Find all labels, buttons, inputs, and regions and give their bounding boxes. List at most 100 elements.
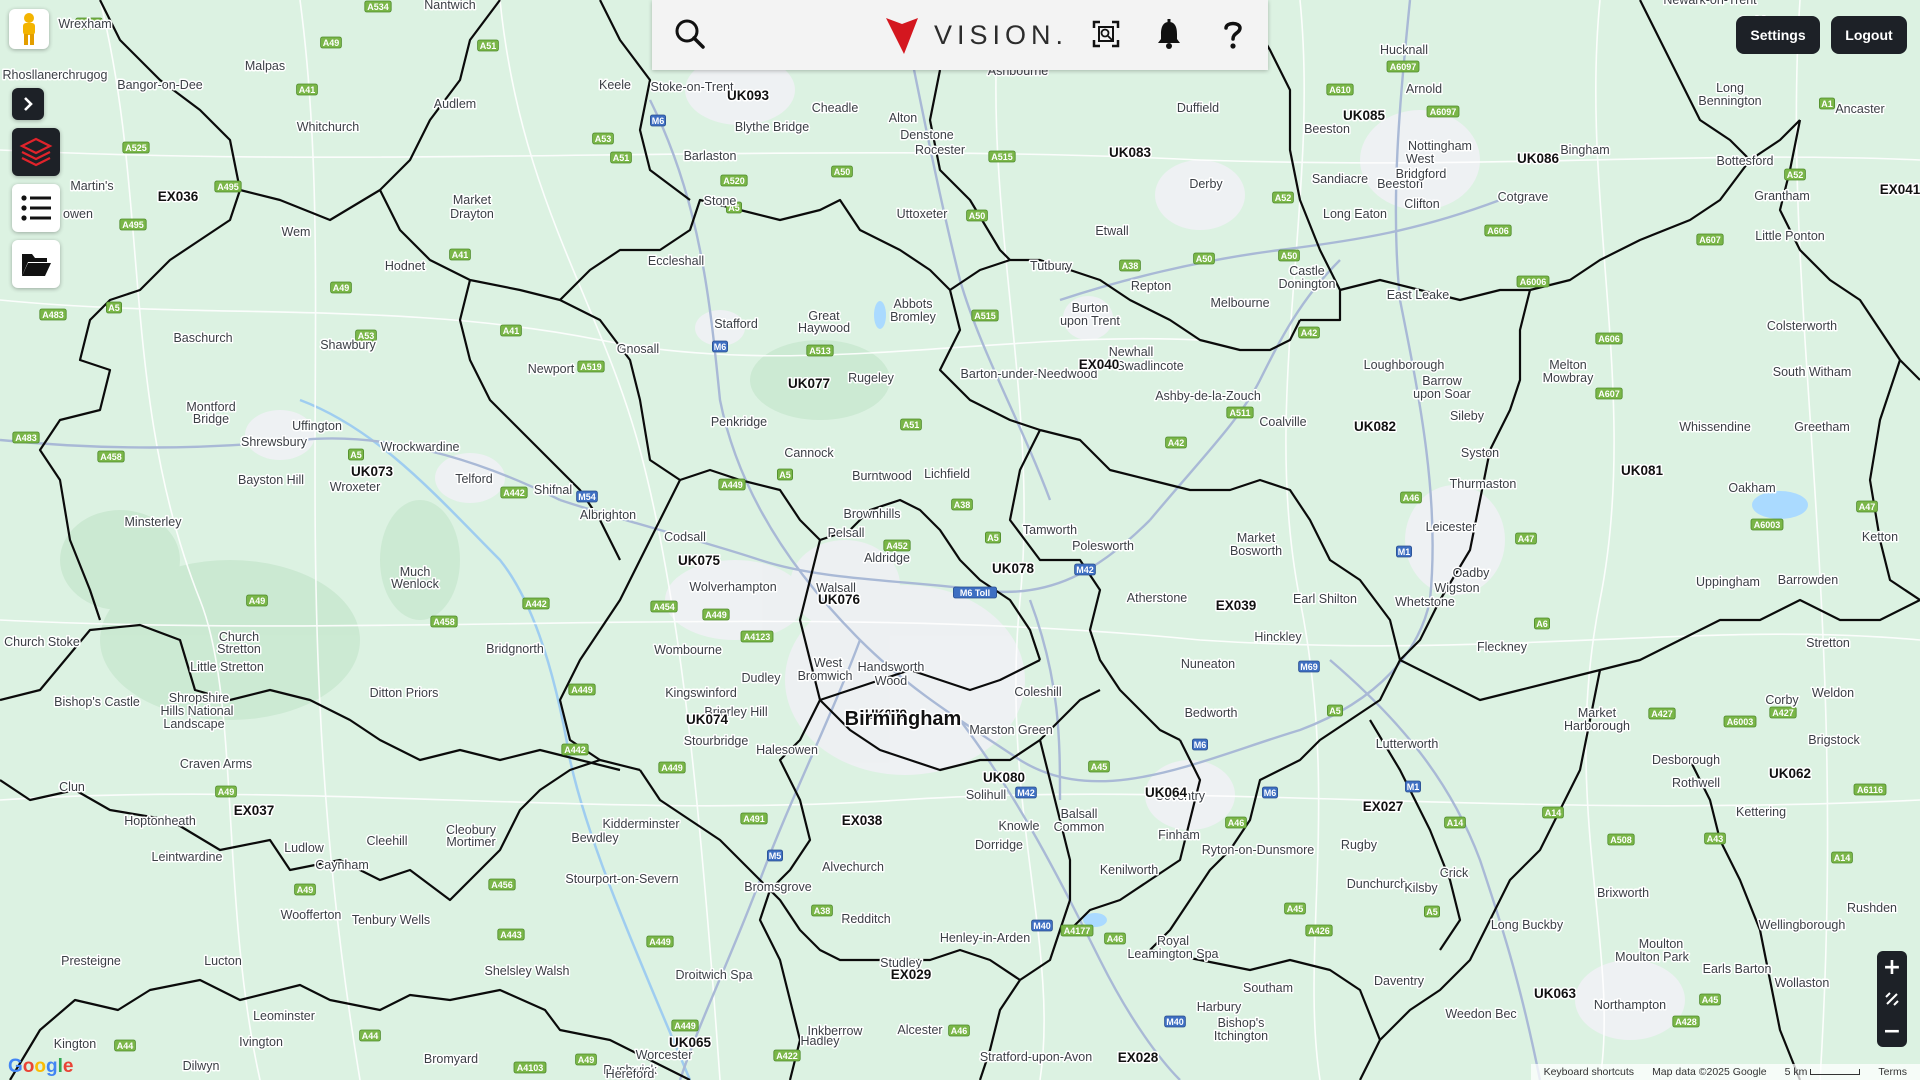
region-code-label[interactable]: UK086 [1515,150,1561,168]
place-label: Cleehill [367,834,408,848]
region-code-label[interactable]: EX036 [156,188,200,206]
road-number: A5 [779,470,791,480]
place-label: Earl Shilton [1293,592,1357,606]
region-code-label[interactable]: UK082 [1352,418,1397,436]
road-number: M54 [578,492,596,502]
road-badge: A606 [1484,224,1512,237]
place-label: Caynham [315,858,369,872]
pegman-icon[interactable] [9,9,49,49]
measure-tool-icon[interactable] [1877,983,1907,1015]
keyboard-shortcuts-link[interactable]: Keyboard shortcuts [1544,1066,1634,1078]
region-code-label[interactable]: UK093 [725,87,771,105]
road-number: A5 [350,450,362,460]
road-badge: A491 [740,812,768,825]
road-number: M69 [1300,662,1318,672]
place-label: Landscape [163,717,224,731]
road-badge: A515 [988,150,1016,163]
road-number: A610 [1329,85,1351,95]
road-badge: M5 [767,849,784,862]
region-code-label[interactable]: UK076 [816,591,862,609]
road-number: A5 [1426,907,1438,917]
region-code-label[interactable]: UK063 [1532,985,1578,1003]
logo-text: VISION. [934,19,1069,50]
region-code-label[interactable]: UK065 [667,1034,713,1052]
place-label: Haywood [798,321,850,335]
map-footer: Keyboard shortcuts Map data ©2025 Google… [1530,1064,1920,1080]
list-button[interactable] [12,184,60,232]
region-code-label[interactable]: UK073 [349,463,395,481]
road-number: A534 [367,2,389,12]
road-badge: A41 [449,248,471,261]
place-label: Barton-under-Needwood [961,367,1098,381]
road-badge: A449 [671,1019,699,1032]
region-code-label[interactable]: UK075 [676,552,722,570]
layers-button[interactable] [12,128,60,176]
region-code-label[interactable]: UK077 [786,375,831,393]
road-badge: A442 [500,486,528,499]
question-icon[interactable] [1213,14,1253,54]
zoom-in-button[interactable]: + [1877,951,1907,983]
place-label: Tamworth [1023,523,1077,537]
place-label: Whissendine [1679,420,1751,434]
road-badge: A38 [811,904,833,917]
region-code-label[interactable]: UK080 [981,769,1026,787]
region-code-label[interactable]: UK081 [1619,462,1665,480]
place-label: Moulton Park [1615,950,1689,964]
map-canvas[interactable]: A483 A534 A49 A51 A41 A525 A495 A495 A41 A49 A5 A48… [0,0,1920,1080]
road-badge: A452 [883,539,911,552]
region-code-label[interactable]: EX029 [889,966,933,984]
place-label: Nantwich [424,0,475,12]
place-label: Weldon [1812,686,1854,700]
place-label: Redditch [841,912,890,926]
region-code-label[interactable]: UK062 [1767,765,1812,783]
region-code-label[interactable]: EX027 [1361,798,1405,816]
place-label: Bingham [1560,143,1609,157]
region-code-label[interactable]: UK064 [1143,784,1189,802]
search-icon[interactable] [670,14,710,54]
road-badge: M6 [712,340,729,353]
road-number: A44 [117,1041,134,1051]
road-badge: A449 [658,761,686,774]
scale-label[interactable]: 5 km [1785,1066,1808,1078]
road-badge: A449 [718,478,746,491]
place-label: Brixworth [1597,886,1649,900]
folder-button[interactable] [12,240,60,288]
road-badge: A427 [1648,707,1676,720]
place-label: Handsworth [858,660,925,674]
region-code-label[interactable]: EX038 [840,812,884,830]
zoom-out-button[interactable]: − [1877,1015,1907,1047]
road-badge: A41 [296,83,318,96]
place-label: Bewdley [571,831,619,845]
logout-button[interactable]: Logout [1831,16,1907,54]
road-badge: A520 [720,174,748,187]
image-scan-icon[interactable] [1086,14,1126,54]
region-code-label[interactable]: UK083 [1107,144,1153,162]
place-label: Kington [54,1037,96,1051]
place-label: Wrockwardine [381,440,460,454]
region-code-label[interactable]: EX039 [1214,597,1258,615]
road-number: A42 [1301,328,1318,338]
place-label: Aldridge [864,551,910,565]
road-number: A50 [1281,251,1298,261]
road-badge: A454 [650,600,678,613]
expand-panel-button[interactable] [12,88,44,120]
road-number: M1 [1398,547,1411,557]
road-badge: M6 [650,114,667,127]
place-label: Shawbury [320,338,376,352]
region-code-label[interactable]: UK074 [684,711,730,729]
region-code-label[interactable]: EX028 [1116,1049,1160,1067]
road-badge: A6116 [1853,783,1887,796]
region-code-label[interactable]: EX037 [232,802,276,820]
region-code-label[interactable]: UK078 [990,560,1036,578]
region-code-label[interactable]: EX041 [1878,181,1920,199]
region-code-label[interactable]: UK085 [1341,107,1387,125]
road-badge: M6 Toll [953,586,998,599]
place-label: Barlaston [684,149,737,163]
terms-link[interactable]: Terms [1878,1066,1907,1078]
region-code-label[interactable]: EX040 [1077,356,1121,374]
place-label: Loughborough [1364,358,1445,372]
place-label: Bromyard [424,1052,478,1066]
settings-button[interactable]: Settings [1736,16,1820,54]
place-label: South Witham [1773,365,1852,379]
bell-icon[interactable] [1149,14,1189,54]
